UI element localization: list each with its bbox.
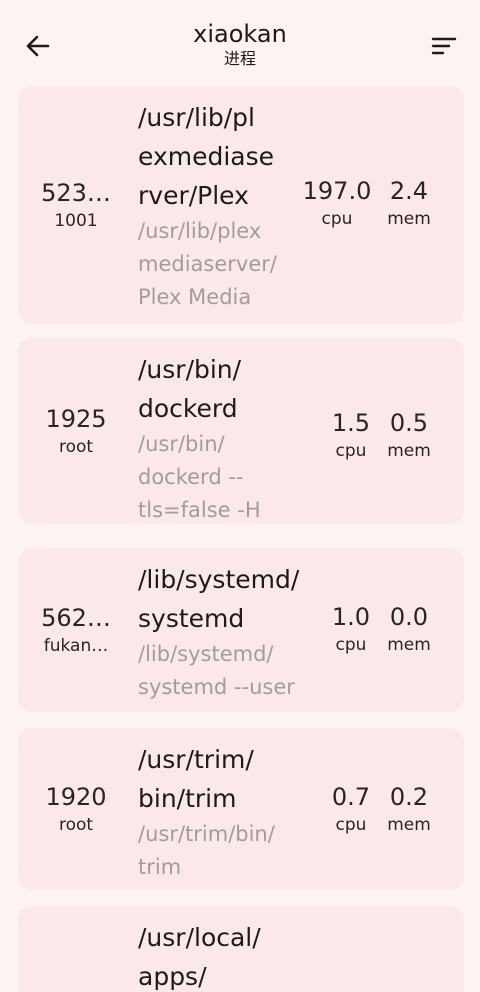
- command-column: /usr/local/ apps/: [138, 918, 314, 992]
- sort-button[interactable]: [420, 26, 468, 66]
- pid-column: 1920 root: [18, 728, 134, 890]
- process-card[interactable]: 1920 root /usr/trim/ bin/trim /usr/trim/…: [18, 728, 464, 890]
- pid-column: 562… fukan…: [18, 548, 134, 712]
- cpu-value: 197.0: [302, 177, 372, 205]
- mem-label: mem: [387, 635, 431, 655]
- command-column: /usr/lib/pl exmediase rver/Plex /usr/lib…: [138, 98, 314, 314]
- cpu-label: cpu: [321, 209, 353, 229]
- process-pid: 1920: [45, 783, 107, 811]
- command-full-line: mediaserver/: [138, 252, 277, 276]
- command-name-line: exmediase: [138, 142, 275, 171]
- command-full-line: trim: [138, 855, 182, 879]
- command-column: /usr/bin/ dockerd /usr/bin/ dockerd -- t…: [138, 350, 314, 524]
- process-card[interactable]: /usr/local/ apps/: [18, 906, 464, 992]
- mem-label: mem: [387, 441, 431, 461]
- command-full-line: dockerd --: [138, 465, 244, 489]
- command-full-line: tls=false -H: [138, 498, 261, 522]
- command-name-line: /usr/lib/pl: [138, 103, 255, 132]
- mem-value: 0.0: [389, 603, 429, 631]
- command-name-line: /lib/systemd/: [138, 565, 300, 594]
- command-full-line: /usr/lib/plex: [138, 219, 262, 243]
- mem-label: mem: [387, 815, 431, 835]
- command-name-line: apps/: [138, 962, 207, 991]
- page-subtitle: 进程: [223, 49, 256, 68]
- command-name-line: /usr/trim/: [138, 745, 254, 774]
- process-card[interactable]: 1925 root /usr/bin/ dockerd /usr/bin/ do…: [18, 338, 464, 524]
- command-name-line: /usr/bin/: [138, 355, 242, 384]
- app-bar: xiaokan 进程: [0, 0, 480, 84]
- command-column: /usr/trim/ bin/trim /usr/trim/bin/ trim: [138, 740, 314, 884]
- cpu-value: 1.5: [331, 409, 371, 437]
- mem-value: 0.5: [389, 409, 429, 437]
- sort-lines-icon: [431, 37, 457, 55]
- cpu-value: 0.7: [331, 783, 371, 811]
- command-full-line: /lib/systemd/: [138, 642, 274, 666]
- mem-stat: 2.4 mem: [374, 176, 444, 230]
- mem-label: mem: [387, 209, 431, 229]
- command-name-line: /usr/local/: [138, 923, 261, 952]
- command-column: /lib/systemd/ systemd /lib/systemd/ syst…: [138, 560, 314, 704]
- command-name-line: systemd: [138, 604, 245, 633]
- command-name-line: dockerd: [138, 394, 238, 423]
- command-full-line: systemd --user: [138, 675, 295, 699]
- page-title: xiaokan: [193, 20, 287, 48]
- command-full-line: Plex Media: [138, 285, 252, 309]
- command-name-line: rver/Plex: [138, 181, 249, 210]
- process-pid: 523…: [41, 179, 111, 207]
- pid-column: 523… 1001: [18, 86, 134, 324]
- command-name-line: bin/trim: [138, 784, 237, 813]
- mem-stat: 0.5 mem: [374, 408, 444, 462]
- process-user: 1001: [54, 211, 98, 231]
- process-pid: 562…: [41, 604, 111, 632]
- command-full-line: /usr/trim/bin/: [138, 822, 275, 846]
- process-user: fukan…: [43, 636, 109, 656]
- mem-stat: 0.0 mem: [374, 602, 444, 656]
- mem-stat: 0.2 mem: [374, 782, 444, 836]
- mem-value: 0.2: [389, 783, 429, 811]
- pid-column: 1925 root: [18, 338, 134, 524]
- process-user: root: [58, 815, 94, 835]
- process-user: root: [58, 437, 94, 457]
- mem-value: 2.4: [389, 177, 429, 205]
- command-full-line: /usr/bin/: [138, 432, 225, 456]
- cpu-label: cpu: [335, 441, 367, 461]
- process-card[interactable]: 562… fukan… /lib/systemd/ systemd /lib/s…: [18, 548, 464, 712]
- title-block: xiaokan 进程: [90, 20, 390, 69]
- cpu-label: cpu: [335, 635, 367, 655]
- cpu-value: 1.0: [331, 603, 371, 631]
- cpu-stat: 197.0 cpu: [302, 176, 372, 230]
- cpu-label: cpu: [335, 815, 367, 835]
- process-card[interactable]: 523… 1001 /usr/lib/pl exmediase rver/Ple…: [18, 86, 464, 324]
- process-pid: 1925: [45, 405, 107, 433]
- back-button[interactable]: [14, 26, 62, 66]
- arrow-left-icon: [26, 35, 50, 57]
